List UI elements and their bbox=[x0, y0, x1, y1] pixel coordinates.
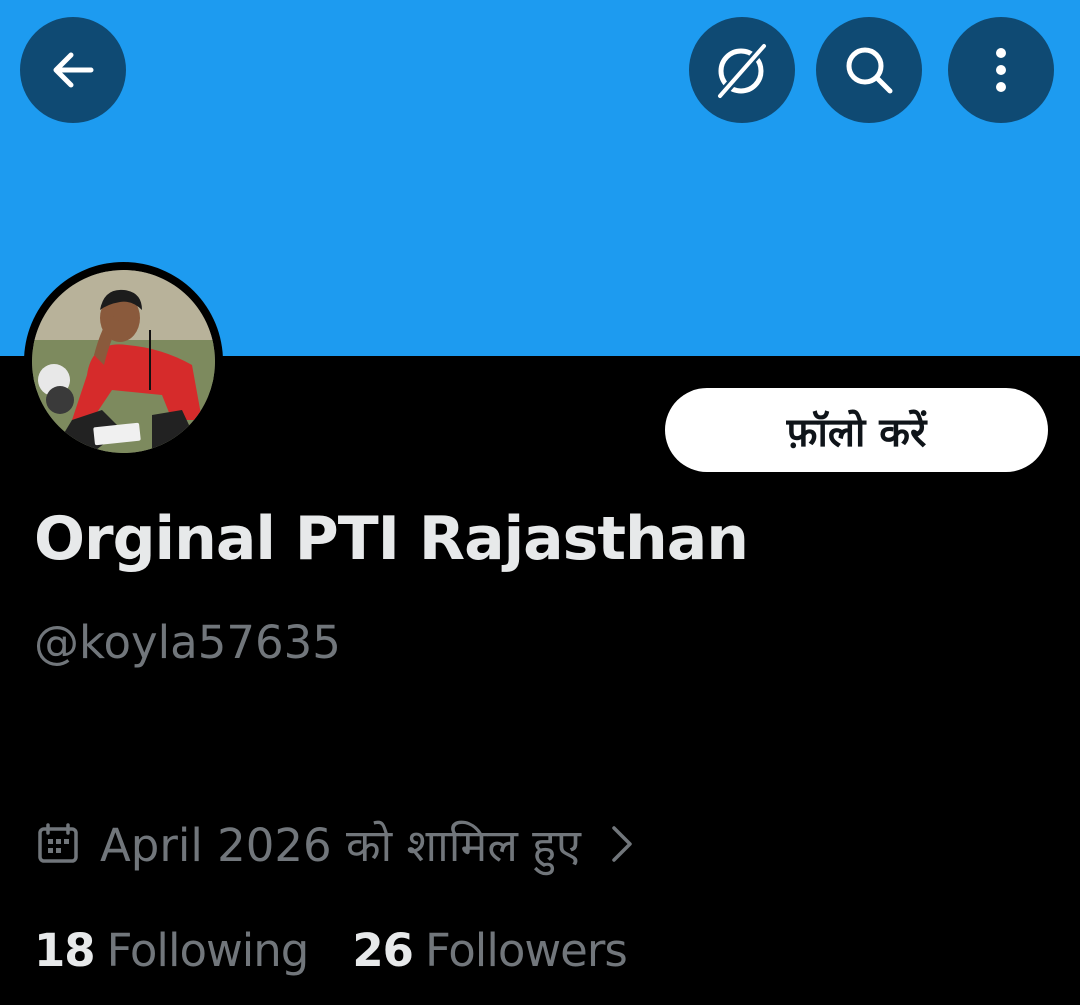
grok-icon bbox=[718, 44, 766, 98]
avatar[interactable] bbox=[24, 262, 223, 461]
joined-date-row[interactable]: April 2026 को शामिल हुए bbox=[36, 812, 635, 876]
following-count: 18 bbox=[34, 923, 96, 977]
follow-button[interactable]: फ़ॉलो करें bbox=[665, 388, 1048, 472]
arrow-left-icon bbox=[53, 52, 94, 88]
followers-link[interactable]: 26 Followers bbox=[352, 923, 628, 977]
grok-button[interactable] bbox=[689, 17, 795, 123]
vertical-ellipsis-icon bbox=[996, 48, 1006, 92]
followers-label: Followers bbox=[425, 923, 628, 977]
follow-stats: 18 Following 26 Followers bbox=[34, 918, 628, 982]
more-options-button[interactable] bbox=[948, 17, 1054, 123]
following-link[interactable]: 18 Following bbox=[34, 923, 310, 977]
avatar-image bbox=[32, 270, 215, 453]
chevron-right-icon bbox=[612, 826, 632, 862]
username-handle: @koyla57635 bbox=[34, 616, 341, 669]
display-name: Orginal PTI Rajasthan bbox=[34, 504, 749, 574]
back-button[interactable] bbox=[20, 17, 126, 123]
calendar-icon bbox=[38, 823, 78, 863]
followers-count: 26 bbox=[352, 923, 414, 977]
following-label: Following bbox=[106, 923, 310, 977]
search-button[interactable] bbox=[816, 17, 922, 123]
search-icon bbox=[846, 47, 893, 94]
joined-date-text: April 2026 को शामिल हुए bbox=[100, 818, 581, 872]
